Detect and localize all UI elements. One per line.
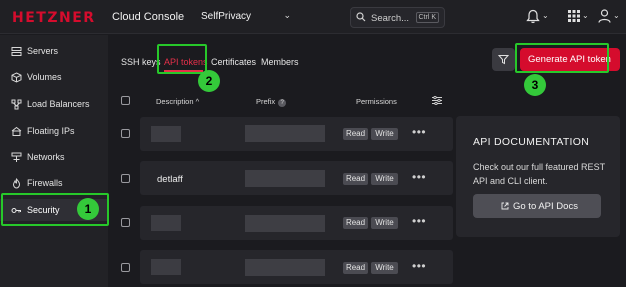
- floating-ip-icon: [11, 126, 22, 136]
- permission-read-badge: Read: [343, 262, 368, 274]
- prefix-header-label: Prefix: [256, 97, 276, 106]
- volume-icon: [11, 72, 22, 83]
- highlight-api-tokens: [157, 44, 207, 74]
- network-icon: [11, 152, 22, 162]
- redacted-prefix: [245, 125, 325, 142]
- highlight-generate-token: [515, 43, 609, 73]
- chevron-down-icon[interactable]: ⌄: [613, 11, 620, 20]
- permission-write-badge: Write: [371, 217, 398, 229]
- redacted-prefix: [245, 215, 325, 232]
- bell-icon[interactable]: [526, 9, 540, 24]
- permission-write-badge: Write: [371, 262, 398, 274]
- go-to-api-docs-button[interactable]: Go to API Docs: [473, 194, 601, 218]
- permission-write-badge: Write: [371, 173, 398, 185]
- tab-certificates[interactable]: Certificates: [211, 57, 256, 67]
- project-selector[interactable]: SelfPrivacy ⌄: [195, 7, 295, 27]
- step-badge-1: 1: [77, 198, 99, 220]
- chevron-down-icon[interactable]: ⌄: [582, 11, 589, 20]
- description-header-label: Description: [156, 97, 194, 106]
- search-input[interactable]: Search... Ctrl K: [350, 7, 445, 28]
- sidebar-item-servers[interactable]: Servers: [0, 40, 108, 62]
- sidebar-item-label: Load Balancers: [27, 99, 90, 109]
- step-badge-2: 2: [198, 70, 220, 92]
- more-actions-icon[interactable]: •••: [412, 214, 426, 228]
- row-checkbox[interactable]: [121, 263, 130, 272]
- sidebar-item-load-balancers[interactable]: Load Balancers: [0, 93, 108, 115]
- user-icon[interactable]: [598, 9, 611, 23]
- hetzner-logo[interactable]: HETZNER: [12, 10, 96, 26]
- sidebar-item-firewalls[interactable]: Firewalls: [0, 172, 108, 194]
- sidebar-item-label: Networks: [27, 152, 65, 162]
- permission-read-badge: Read: [343, 128, 368, 140]
- go-to-api-docs-label: Go to API Docs: [513, 201, 578, 212]
- chevron-down-icon[interactable]: ⌄: [542, 11, 549, 20]
- search-icon: [356, 12, 366, 22]
- row-checkbox[interactable]: [121, 129, 130, 138]
- top-bar: HETZNER Cloud Console SelfPrivacy ⌄ Sear…: [0, 0, 626, 34]
- apps-grid-icon[interactable]: [568, 10, 580, 22]
- step-badge-3: 3: [524, 74, 546, 96]
- sidebar-item-volumes[interactable]: Volumes: [0, 66, 108, 88]
- column-settings-icon[interactable]: [432, 96, 442, 105]
- sidebar-item-floating-ips[interactable]: Floating IPs: [0, 120, 108, 142]
- token-description: detlaff: [157, 174, 183, 185]
- tab-members[interactable]: Members: [261, 57, 299, 67]
- filter-button[interactable]: [492, 48, 515, 71]
- more-actions-icon[interactable]: •••: [412, 170, 426, 184]
- sidebar-item-networks[interactable]: Networks: [0, 146, 108, 168]
- search-shortcut: Ctrl K: [415, 12, 439, 23]
- sidebar-item-label: Floating IPs: [27, 126, 75, 136]
- more-actions-icon[interactable]: •••: [412, 125, 426, 139]
- column-header-permissions: Permissions: [356, 97, 397, 106]
- firewall-icon: [12, 178, 21, 189]
- sidebar-item-label: Firewalls: [27, 178, 63, 188]
- redacted-prefix: [245, 170, 325, 187]
- redacted-description: [151, 215, 181, 231]
- column-header-description[interactable]: Description ^: [156, 97, 199, 106]
- api-documentation-title: API DOCUMENTATION: [473, 136, 590, 148]
- external-link-icon: [501, 202, 509, 210]
- sidebar: Servers Volumes Load Balancers Floating …: [0, 35, 108, 287]
- row-checkbox[interactable]: [121, 218, 130, 227]
- sort-ascending-icon: ^: [195, 97, 200, 106]
- redacted-description: [151, 259, 181, 275]
- permission-read-badge: Read: [343, 217, 368, 229]
- chevron-down-icon: ⌄: [283, 10, 291, 20]
- help-icon[interactable]: ?: [278, 99, 287, 107]
- row-checkbox[interactable]: [121, 174, 130, 183]
- tab-ssh-keys[interactable]: SSH keys: [121, 57, 161, 67]
- search-placeholder: Search...: [371, 13, 410, 24]
- select-all-checkbox[interactable]: [121, 96, 130, 105]
- server-icon: [11, 47, 22, 56]
- sidebar-item-label: Volumes: [27, 72, 62, 82]
- sidebar-item-label: Servers: [27, 46, 59, 56]
- more-actions-icon[interactable]: •••: [412, 259, 426, 273]
- permission-read-badge: Read: [343, 173, 368, 185]
- redacted-prefix: [245, 259, 325, 276]
- api-documentation-card: API DOCUMENTATION Check out our full fea…: [456, 116, 620, 237]
- project-name: SelfPrivacy: [201, 11, 252, 22]
- redacted-description: [151, 126, 181, 142]
- api-documentation-description: Check out our full featured REST API and…: [473, 162, 605, 186]
- load-balancer-icon: [11, 99, 22, 110]
- app-title: Cloud Console: [112, 11, 185, 23]
- column-header-prefix: Prefix?: [256, 97, 287, 107]
- filter-icon: [498, 55, 509, 65]
- permission-write-badge: Write: [371, 128, 398, 140]
